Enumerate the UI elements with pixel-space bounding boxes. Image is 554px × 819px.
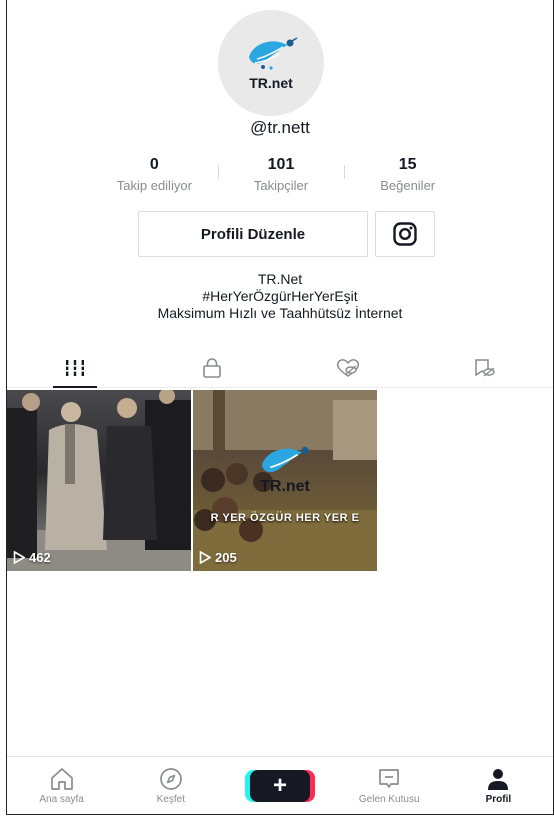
video-preview-image xyxy=(7,390,191,571)
view-count: 205 xyxy=(199,550,237,565)
stat-likes-count: 15 xyxy=(398,156,417,173)
nav-profile-label: Profil xyxy=(485,793,512,805)
saved-hidden-icon xyxy=(475,358,495,377)
bottom-nav: Ana sayfa Keşfet + Gelen Kutusu Profil xyxy=(7,756,553,814)
nav-inbox-label: Gelen Kutusu xyxy=(358,793,420,805)
content-tabs xyxy=(7,348,553,388)
tab-liked[interactable] xyxy=(280,348,417,387)
nav-home-label: Ana sayfa xyxy=(39,793,84,805)
tab-videos[interactable] xyxy=(7,348,144,388)
nav-profile[interactable]: Profil xyxy=(444,757,553,814)
create-button[interactable]: + xyxy=(245,769,315,802)
video-overlay-logo: TR.net xyxy=(255,442,315,496)
stat-following[interactable]: 0 Takip ediliyor xyxy=(91,155,218,193)
tab-private[interactable] xyxy=(144,348,281,387)
stat-followers[interactable]: 101 Takipçiler xyxy=(217,155,345,193)
stat-following-label: Takip ediliyor xyxy=(116,178,192,193)
profile-screen: TR.net @tr.nett 0 Takip ediliyor 101 Tak… xyxy=(6,0,554,815)
plus-icon: + xyxy=(272,771,287,799)
nav-home[interactable]: Ana sayfa xyxy=(7,757,116,814)
profile-bio: TR.Net #HerYerÖzgürHerYerEşit Maksimum H… xyxy=(7,271,553,322)
username: @tr.nett xyxy=(250,118,310,137)
instagram-icon xyxy=(393,222,417,246)
nav-create[interactable]: + xyxy=(225,757,334,814)
view-count-value: 205 xyxy=(215,550,237,565)
stat-followers-count: 101 xyxy=(267,156,295,173)
avatar[interactable]: TR.net xyxy=(218,10,324,116)
stat-likes[interactable]: 15 Beğeniler xyxy=(344,155,471,193)
instagram-button[interactable] xyxy=(375,211,435,257)
profile-stats: 0 Takip ediliyor 101 Takipçiler 15 Beğen… xyxy=(91,155,471,193)
video-thumbnail[interactable]: TR.net R YER ÖZGÜR HER YER E 205 xyxy=(193,390,377,571)
view-count-value: 462 xyxy=(29,550,51,565)
play-icon xyxy=(13,551,25,564)
bio-line-2: #HerYerÖzgürHerYerEşit xyxy=(202,288,358,304)
overlay-logo-text: TR.net xyxy=(260,478,310,495)
bio-line-3: Maksimum Hızlı ve Taahhütsüz İnternet xyxy=(157,305,403,321)
view-count: 462 xyxy=(13,550,51,565)
tr-net-logo-icon xyxy=(261,446,309,473)
home-icon xyxy=(50,767,73,790)
video-overlay-banner: R YER ÖZGÜR HER YER E xyxy=(210,512,360,524)
profile-icon xyxy=(488,768,509,790)
stat-following-count: 0 xyxy=(149,156,159,173)
play-icon xyxy=(199,551,211,564)
nav-discover[interactable]: Keşfet xyxy=(116,757,225,814)
video-grid: 462 TR.net R YER ÖZGÜR HER YER E 205 xyxy=(7,390,377,571)
edit-profile-button[interactable]: Profili Düzenle xyxy=(138,211,368,257)
inbox-icon xyxy=(379,768,400,788)
lock-icon xyxy=(202,357,221,378)
nav-discover-label: Keşfet xyxy=(156,793,185,805)
nav-inbox[interactable]: Gelen Kutusu xyxy=(335,757,444,814)
liked-hidden-icon xyxy=(337,358,360,377)
bio-line-1: TR.Net xyxy=(257,271,303,287)
tr-net-logo-icon xyxy=(249,37,298,70)
avatar-logo-text: TR.net xyxy=(249,75,293,91)
stat-likes-label: Beğeniler xyxy=(380,178,436,193)
tab-saved[interactable] xyxy=(417,348,554,387)
stat-followers-label: Takipçiler xyxy=(253,178,309,193)
video-thumbnail[interactable]: 462 xyxy=(7,390,191,571)
compass-icon xyxy=(159,767,182,790)
grid-icon xyxy=(64,359,87,376)
